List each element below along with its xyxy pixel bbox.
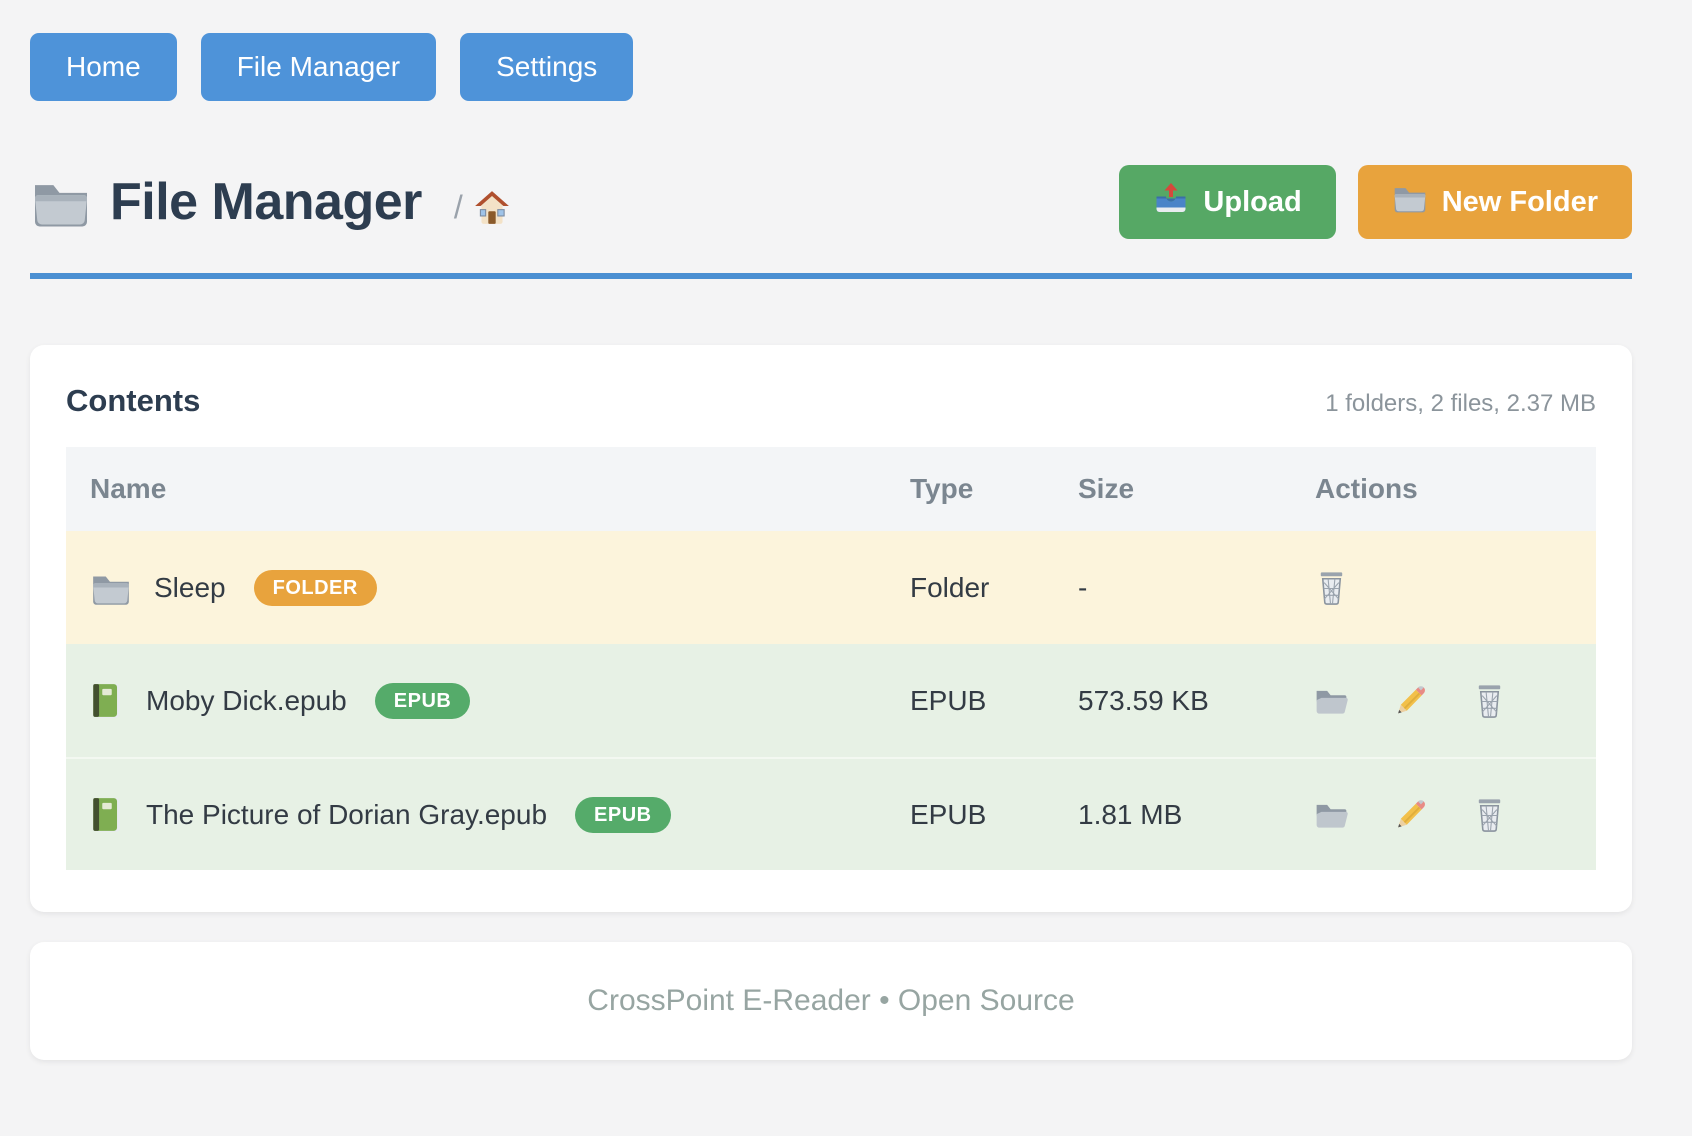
item-name[interactable]: Moby Dick.epub xyxy=(146,685,347,717)
move-button[interactable] xyxy=(1314,682,1349,719)
open-folder-icon xyxy=(1314,682,1349,719)
item-size: - xyxy=(1054,572,1291,604)
nav-home-button[interactable]: Home xyxy=(30,33,177,101)
upload-button[interactable]: Upload xyxy=(1119,165,1335,239)
pencil-icon xyxy=(1393,796,1428,833)
trash-icon xyxy=(1314,569,1349,606)
item-name[interactable]: The Picture of Dorian Gray.epub xyxy=(146,799,547,831)
open-folder-icon xyxy=(1314,796,1349,833)
epub-badge: EPUB xyxy=(575,797,671,833)
delete-button[interactable] xyxy=(1472,796,1507,833)
top-nav: Home File Manager Settings xyxy=(30,33,1632,101)
delete-button[interactable] xyxy=(1472,682,1507,719)
book-icon xyxy=(90,796,124,834)
folder-badge: FOLDER xyxy=(254,570,377,606)
column-header-size: Size xyxy=(1054,473,1291,505)
rename-button[interactable] xyxy=(1393,682,1428,719)
upload-tray-icon xyxy=(1153,182,1189,222)
contents-card: Contents 1 folders, 2 files, 2.37 MB Nam… xyxy=(30,345,1632,912)
item-type: EPUB xyxy=(886,685,1054,717)
rename-button[interactable] xyxy=(1393,796,1428,833)
delete-button[interactable] xyxy=(1314,569,1349,606)
new-folder-button-label: New Folder xyxy=(1442,186,1598,219)
header-divider xyxy=(30,273,1632,279)
toolbar: Upload New Folder xyxy=(1119,165,1632,239)
item-type: Folder xyxy=(886,572,1054,604)
page-title: File Manager xyxy=(110,172,422,232)
column-header-type: Type xyxy=(886,473,1054,505)
trash-icon xyxy=(1472,796,1507,833)
pencil-icon xyxy=(1393,682,1428,719)
epub-badge: EPUB xyxy=(375,683,471,719)
column-header-actions: Actions xyxy=(1291,473,1596,505)
footer: CrossPoint E-Reader • Open Source xyxy=(30,942,1632,1060)
item-name[interactable]: Sleep xyxy=(154,572,226,604)
item-type: EPUB xyxy=(886,799,1054,831)
column-header-name: Name xyxy=(66,473,886,505)
item-size: 573.59 KB xyxy=(1054,685,1291,717)
folder-icon xyxy=(90,570,132,606)
table-row-moby-dick[interactable]: Moby Dick.epub EPUB EPUB 573.59 KB xyxy=(66,644,1596,757)
nav-file-manager-button[interactable]: File Manager xyxy=(201,33,436,101)
move-button[interactable] xyxy=(1314,796,1349,833)
trash-icon xyxy=(1472,682,1507,719)
breadcrumb: / xyxy=(454,189,511,226)
nav-settings-button[interactable]: Settings xyxy=(460,33,633,101)
upload-button-label: Upload xyxy=(1203,186,1301,219)
new-folder-button[interactable]: New Folder xyxy=(1358,165,1632,239)
files-table: Name Type Size Actions Sleep FOLDER Fold… xyxy=(66,447,1596,870)
contents-summary: 1 folders, 2 files, 2.37 MB xyxy=(1325,390,1596,418)
contents-heading: Contents xyxy=(66,383,200,419)
breadcrumb-separator: / xyxy=(454,189,463,226)
table-row-sleep[interactable]: Sleep FOLDER Folder - xyxy=(66,531,1596,644)
book-icon xyxy=(90,682,124,720)
footer-text: CrossPoint E-Reader • Open Source xyxy=(587,984,1074,1018)
table-row-dorian-gray[interactable]: The Picture of Dorian Gray.epub EPUB EPU… xyxy=(66,757,1596,870)
table-header-row: Name Type Size Actions xyxy=(66,447,1596,531)
home-icon[interactable] xyxy=(473,189,511,225)
folder-icon xyxy=(30,176,92,228)
file-manager-page: Home File Manager Settings File Manager … xyxy=(0,0,1692,1136)
item-size: 1.81 MB xyxy=(1054,799,1291,831)
new-folder-icon xyxy=(1392,182,1428,222)
page-header: File Manager / Upload New Folder xyxy=(30,165,1632,239)
